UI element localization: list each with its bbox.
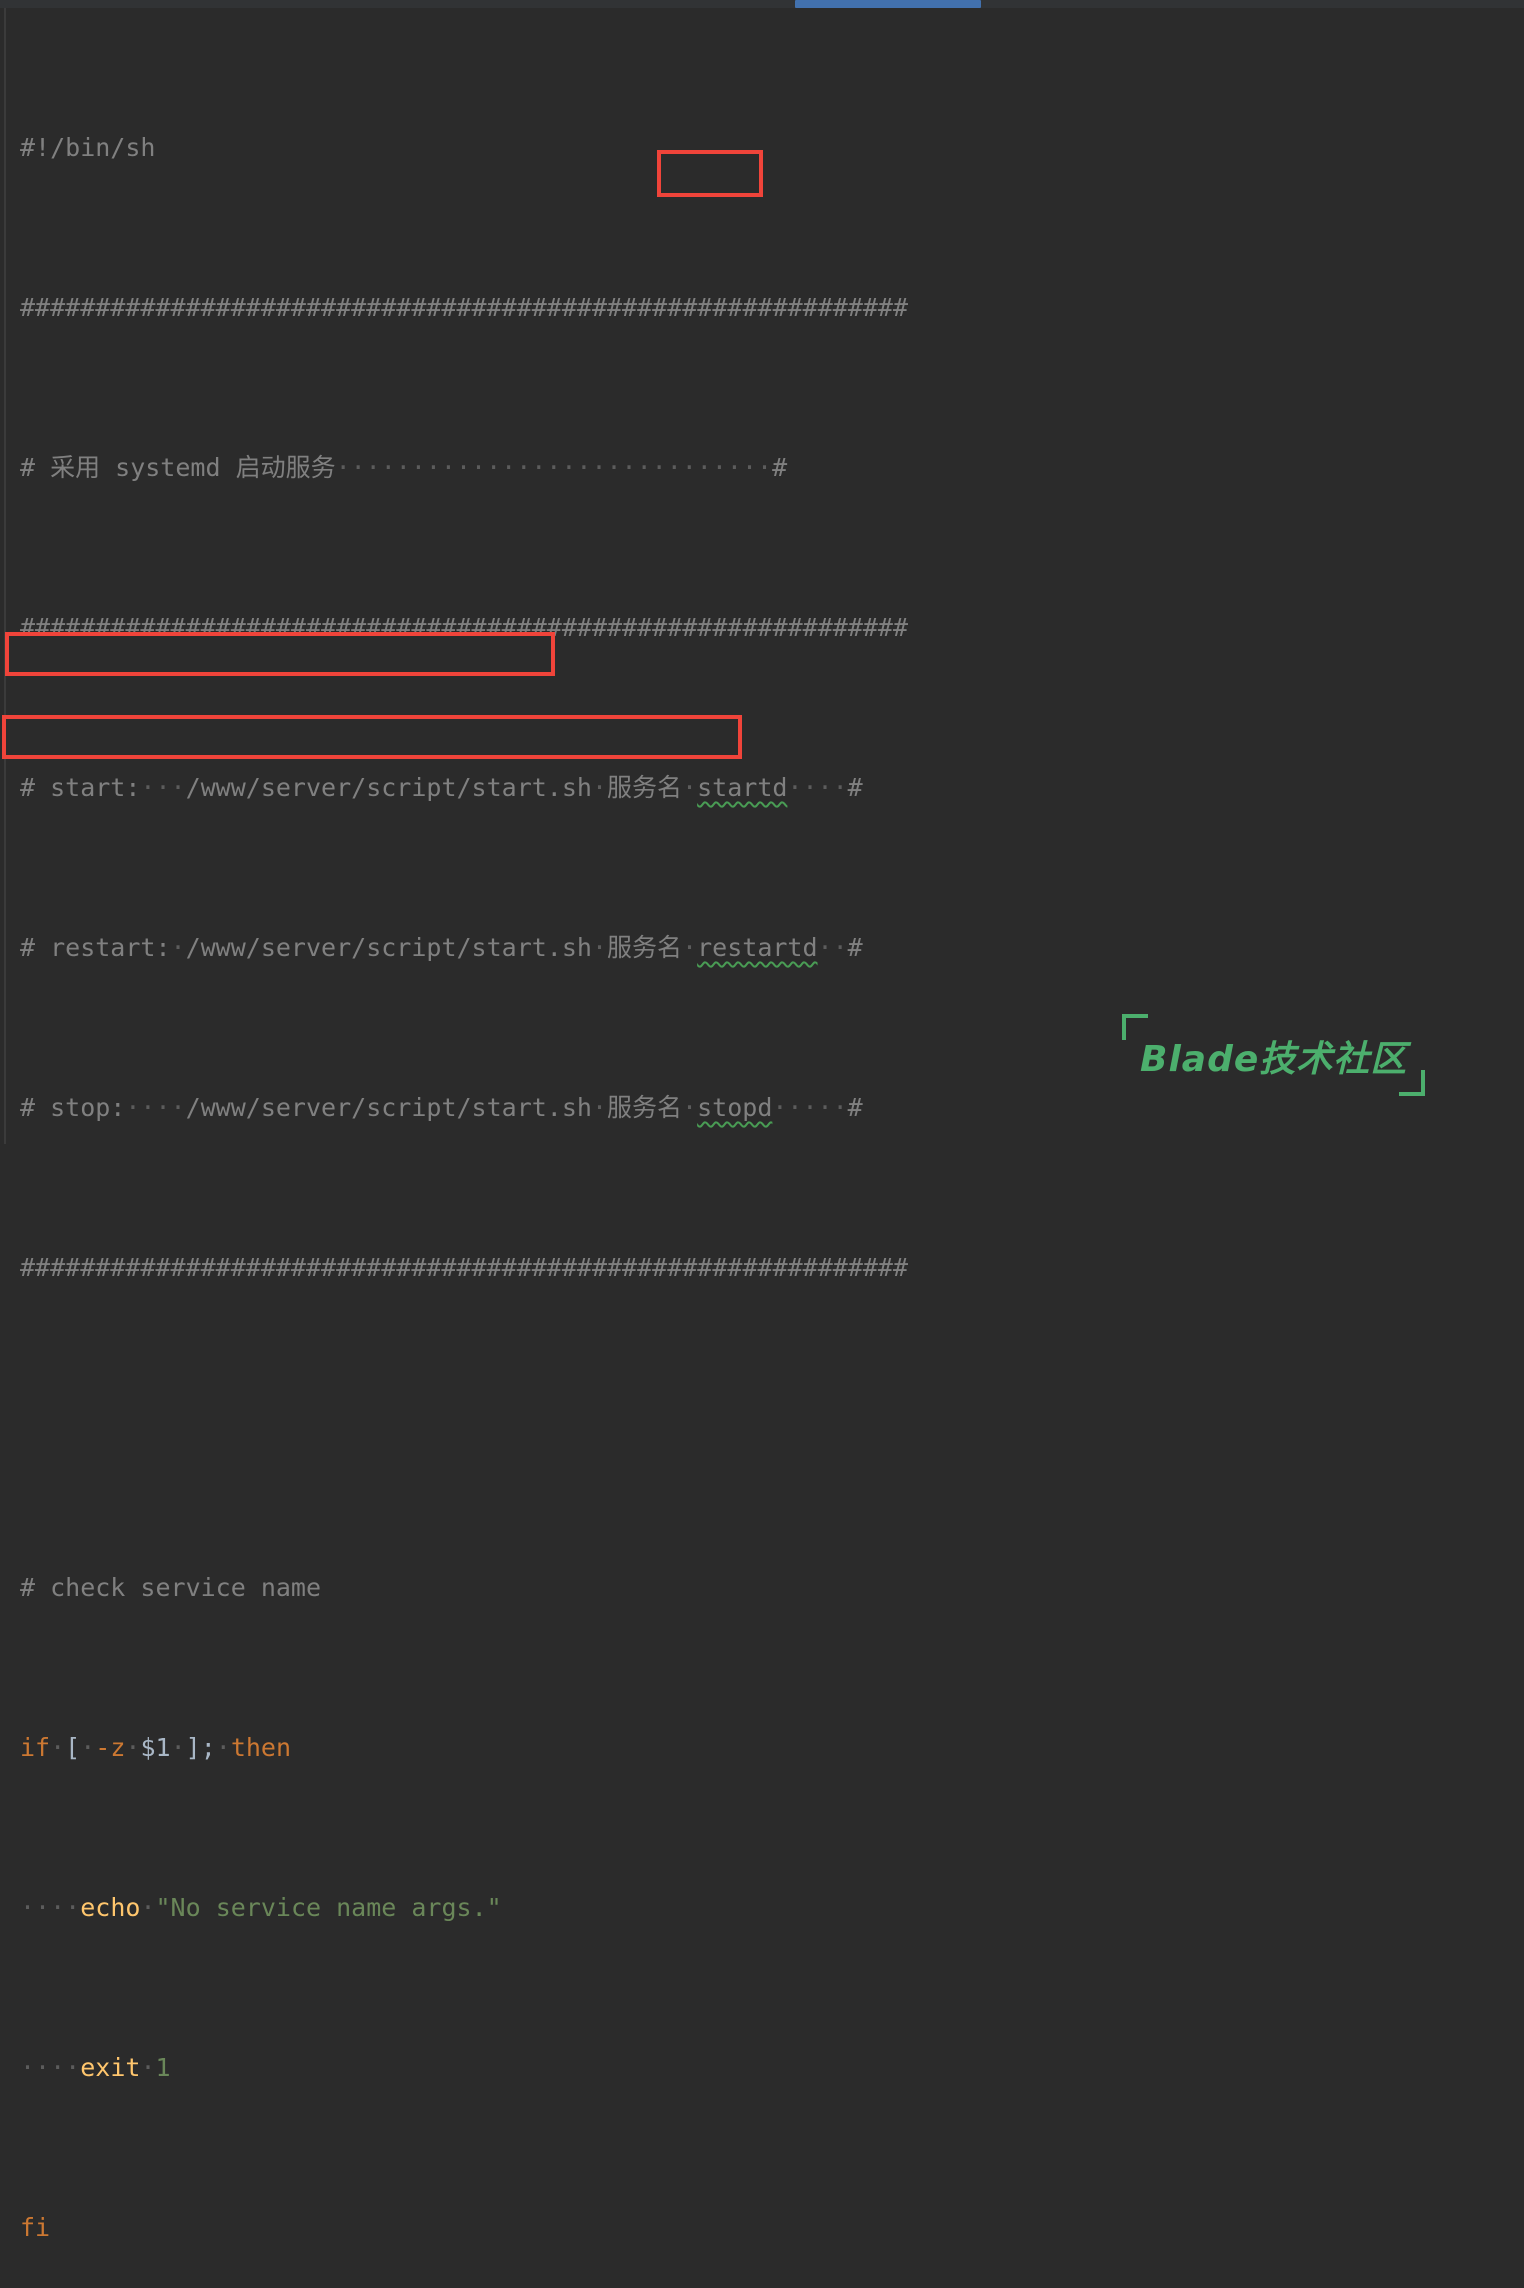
indent-dots: ···· bbox=[20, 1893, 81, 1922]
horizontal-scrollbar-thumb[interactable] bbox=[795, 0, 981, 8]
builtin-echo: echo bbox=[80, 1893, 141, 1922]
whitespace-dots: ··· bbox=[140, 773, 186, 802]
service-name-cn-token: 服务名 bbox=[607, 773, 683, 802]
keyword-if: if bbox=[20, 1733, 51, 1762]
keyword-fi: fi bbox=[20, 2213, 51, 2242]
hash-end-token: # bbox=[772, 453, 788, 482]
whitespace-dots: · bbox=[125, 1733, 141, 1762]
arg-restartd-token: restartd bbox=[697, 933, 818, 962]
builtin-exit: exit bbox=[80, 2053, 141, 2082]
shebang-token: #!/bin/sh bbox=[20, 133, 156, 162]
comment-systemd-token: # 采用 systemd 启动服务 bbox=[20, 453, 336, 482]
code-line[interactable]: ########################################… bbox=[20, 608, 908, 648]
whitespace-dots: · bbox=[215, 1733, 231, 1762]
code-line[interactable]: ########################################… bbox=[20, 288, 908, 328]
whitespace-dots: · bbox=[80, 1733, 96, 1762]
code-line-if-empty-arg[interactable]: if·[·-z·$1·];·then bbox=[20, 1728, 908, 1768]
code-editor[interactable]: #!/bin/sh ##############################… bbox=[0, 8, 1524, 2242]
code-line[interactable]: # 采用 systemd 启动服务·······················… bbox=[20, 448, 908, 488]
code-line-stop-usage[interactable]: # stop:····/www/server/script/start.sh·服… bbox=[20, 1088, 908, 1128]
horizontal-scrollbar-track[interactable] bbox=[0, 0, 1524, 8]
whitespace-dots: · bbox=[591, 1093, 608, 1122]
whitespace-dots: · bbox=[140, 1893, 156, 1922]
whitespace-dots: · bbox=[50, 1733, 66, 1762]
arg-startd-token: startd bbox=[697, 773, 788, 802]
comment-restart-token: # restart: bbox=[20, 933, 171, 962]
hash-rule-token: ########################################… bbox=[20, 1253, 909, 1282]
hash-end-token: # bbox=[847, 933, 863, 962]
editor-gutter-divider bbox=[4, 8, 6, 1144]
code-line-exit[interactable]: ····exit·1 bbox=[20, 2048, 908, 2088]
hash-end-token: # bbox=[847, 773, 863, 802]
code-line-echo-no-args[interactable]: ····echo·"No service name args." bbox=[20, 1888, 908, 1928]
whitespace-dots: · bbox=[591, 933, 608, 962]
code-line-restart-usage[interactable]: # restart:·/www/server/script/start.sh·服… bbox=[20, 928, 908, 968]
comment-stop-token: # stop: bbox=[20, 1093, 126, 1122]
whitespace-dots: · bbox=[682, 933, 698, 962]
watermark-logo: Blade技术社区 bbox=[1122, 1014, 1426, 1096]
whitespace-dots: · bbox=[591, 773, 608, 802]
watermark-corner-top-left-icon bbox=[1122, 1014, 1148, 1040]
hash-end-token: # bbox=[847, 1093, 863, 1122]
hash-rule-token: ########################################… bbox=[20, 613, 909, 642]
whitespace-dots: · bbox=[140, 2053, 156, 2082]
whitespace-dots: · bbox=[682, 773, 698, 802]
exit-code-number: 1 bbox=[155, 2053, 171, 2082]
string-no-service-args: "No service name args." bbox=[155, 1893, 502, 1922]
script-path-token: /www/server/script/start.sh bbox=[185, 773, 592, 802]
script-path-token: /www/server/script/start.sh bbox=[185, 1093, 592, 1122]
whitespace-dots: ···· bbox=[125, 1093, 186, 1122]
code-line-start-usage[interactable]: # start:···/www/server/script/start.sh·服… bbox=[20, 768, 908, 808]
keyword-then: then bbox=[230, 1733, 292, 1762]
whitespace-dots: · bbox=[682, 1093, 698, 1122]
indent-dots: ···· bbox=[20, 2053, 81, 2082]
watermark-corner-bottom-right-icon bbox=[1399, 1070, 1426, 1096]
test-flag-z: -z bbox=[95, 1733, 126, 1762]
whitespace-dots: ···· bbox=[787, 773, 848, 802]
service-name-cn-token: 服务名 bbox=[607, 933, 683, 962]
service-name-cn-token: 服务名 bbox=[607, 1093, 683, 1122]
comment-start-token: # start: bbox=[20, 773, 141, 802]
test-bracket-close: ]; bbox=[185, 1733, 216, 1762]
whitespace-dots: · bbox=[170, 933, 186, 962]
code-line-fi[interactable]: fi bbox=[20, 2208, 908, 2248]
code-line[interactable]: ########################################… bbox=[20, 1248, 908, 1288]
hash-rule-token: ########################################… bbox=[20, 293, 909, 322]
code-line[interactable]: # check service name bbox=[20, 1568, 908, 1608]
positional-arg-1: $1 bbox=[140, 1733, 171, 1762]
whitespace-dots: ····························· bbox=[335, 453, 773, 482]
source-code-block[interactable]: #!/bin/sh ##############################… bbox=[20, 8, 908, 2288]
test-bracket-open: [ bbox=[65, 1733, 81, 1762]
whitespace-dots: ·· bbox=[817, 933, 848, 962]
comment-check-token: # check service name bbox=[20, 1573, 322, 1602]
arg-stopd-token: stopd bbox=[697, 1093, 773, 1122]
code-line-blank[interactable] bbox=[20, 1408, 908, 1448]
whitespace-dots: ····· bbox=[772, 1093, 848, 1122]
code-line[interactable]: #!/bin/sh bbox=[20, 128, 908, 168]
script-path-token: /www/server/script/start.sh bbox=[185, 933, 592, 962]
watermark-text: Blade技术社区 bbox=[1140, 1039, 1408, 1080]
whitespace-dots: · bbox=[170, 1733, 186, 1762]
